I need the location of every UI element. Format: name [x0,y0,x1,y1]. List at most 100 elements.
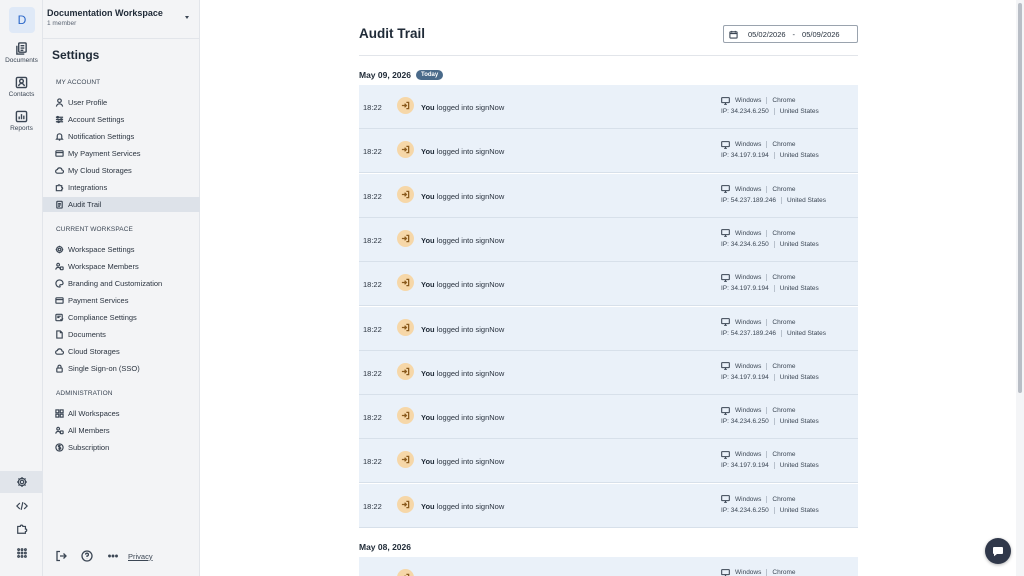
help-button[interactable] [81,549,93,563]
app-rail: D Documents Contacts Reports [0,0,43,576]
date-range-picker[interactable]: 05/02/2026 - 05/09/2026 [723,25,858,43]
rail-api-button[interactable] [0,495,43,517]
sidebar-item-label: Documents [68,330,106,339]
sidebar-item-all-workspaces[interactable]: All Workspaces [43,406,200,421]
login-event-icon [397,318,414,336]
privacy-link[interactable]: Privacy [128,549,153,563]
event-action: logged into signNow [436,235,505,245]
monitor-icon [721,318,730,326]
event-browser: Chrome [772,229,796,237]
divider [766,362,768,370]
sidebar-item-workspace-members[interactable]: Workspace Members [43,259,200,274]
event-os: Windows [735,97,762,104]
event-ip: IP: 34.234.6.250 [721,108,769,115]
rail-settings-button[interactable] [0,471,43,493]
login-icon [401,456,410,464]
sidebar-item-payment-services[interactable]: Payment Services [43,293,200,308]
event-actor: You [421,103,435,112]
audit-event-row: 18:22 You logged into signNow Windows Chrom… [359,129,858,174]
divider [773,108,775,115]
puzzle-icon [16,524,27,534]
divider [766,274,768,282]
sidebar-item-label: Notification Settings [68,132,135,141]
event-meta: Windows Chrome [721,568,856,576]
event-actor: You [421,191,435,201]
chat-button[interactable] [985,538,1011,564]
login-icon [401,500,410,508]
rail-item-contacts[interactable]: Contacts [0,76,43,98]
monitor-icon [721,495,730,504]
sidebar-item-notification-settings[interactable]: Notification Settings [43,129,200,144]
event-ip: IP: 34.197.9.194 [721,152,769,160]
divider [773,152,775,160]
sidebar-item-account-settings[interactable]: Account Settings [43,112,200,127]
event-ip: IP: 34.197.9.194 [721,462,769,470]
section-title-administration: ADMINISTRATION [56,390,113,397]
scrollbar-thumb[interactable] [1018,3,1022,393]
palette-icon [55,279,64,288]
divider [766,185,768,193]
event-time: 18:22 [363,235,382,245]
code-icon [15,502,28,510]
login-icon [401,101,410,110]
bell-icon [55,133,64,141]
gear-icon [16,477,27,487]
sidebar-item-label: Integrations [68,183,108,192]
main-content: Audit Trail 05/02/2026 - 05/09/2026 May … [201,0,1016,576]
event-country: United States [779,418,819,426]
more-button[interactable] [107,549,119,563]
cloud-icon [55,348,64,355]
event-time: 18:22 [363,501,382,511]
sidebar-item-workspace-settings[interactable]: Workspace Settings [43,242,200,257]
sidebar-item-my-cloud-storages[interactable]: My Cloud Storages [43,163,200,178]
login-event-icon [397,185,414,203]
rail-apps-button[interactable] [0,542,43,564]
event-browser: Chrome [772,274,796,282]
event-time: 18:22 [363,147,382,157]
divider [359,55,858,56]
login-icon [401,146,410,154]
divider [43,38,200,39]
sidebar-item-cloud-storages[interactable]: Cloud Storages [43,344,200,359]
divider [780,329,782,337]
help-icon [81,550,93,562]
divider [773,462,775,470]
sidebar-item-user-profile[interactable]: User Profile [43,95,200,110]
sidebar-item-my-payment-services[interactable]: My Payment Services [43,146,200,161]
rail-integrations-button[interactable] [0,518,43,540]
audit-event-row: 18:22 You logged into signNow Windows Chrom… [359,395,858,440]
day-date: May 09, 2026 [359,70,411,80]
event-ip: IP: 54.237.189.246 [721,329,776,337]
workspace-avatar[interactable]: D [9,7,35,33]
rail-item-reports[interactable]: Reports [0,110,43,132]
sidebar-item-sso[interactable]: Single Sign-on (SSO) [43,361,200,376]
event-time: 18:22 [363,324,382,334]
event-browser: Chrome [772,451,796,459]
today-badge: Today [415,70,444,80]
event-meta: Windows Chrome IP: 34.234.6.250 United Stat… [721,96,856,115]
sidebar-item-integrations[interactable]: Integrations [43,180,200,195]
event-message: You logged into signNow [421,236,504,245]
sidebar-item-label: My Payment Services [68,149,141,158]
monitor-icon [721,406,730,415]
sidebar-item-documents[interactable]: Documents [43,327,200,342]
payment-card-icon [55,150,64,157]
workspace-switcher[interactable]: Documentation Workspace 1 member [47,8,197,34]
chat-icon [993,547,1003,557]
event-os: Windows [735,451,762,459]
sidebar-item-subscription[interactable]: Subscription [43,440,200,455]
rail-item-documents[interactable]: Documents [0,42,43,64]
rail-item-label: Contacts [8,91,35,98]
sidebar-item-label: Subscription [68,443,110,452]
members-icon [55,262,64,271]
sidebar-item-label: Cloud Storages [68,347,120,356]
sidebar-item-audit-trail[interactable]: Audit Trail [43,197,200,212]
event-ip: IP: 34.234.6.250 [721,506,769,514]
login-icon [401,234,410,243]
sidebar-item-all-members[interactable]: All Members [43,423,200,438]
sidebar-item-compliance-settings[interactable]: Compliance Settings [43,310,200,325]
logout-button[interactable] [55,549,67,563]
event-actor: You [421,235,435,245]
audit-event-row: 18:22 You logged into signNow Windows Chrom… [359,306,858,351]
sidebar-item-branding[interactable]: Branding and Customization [43,276,200,291]
